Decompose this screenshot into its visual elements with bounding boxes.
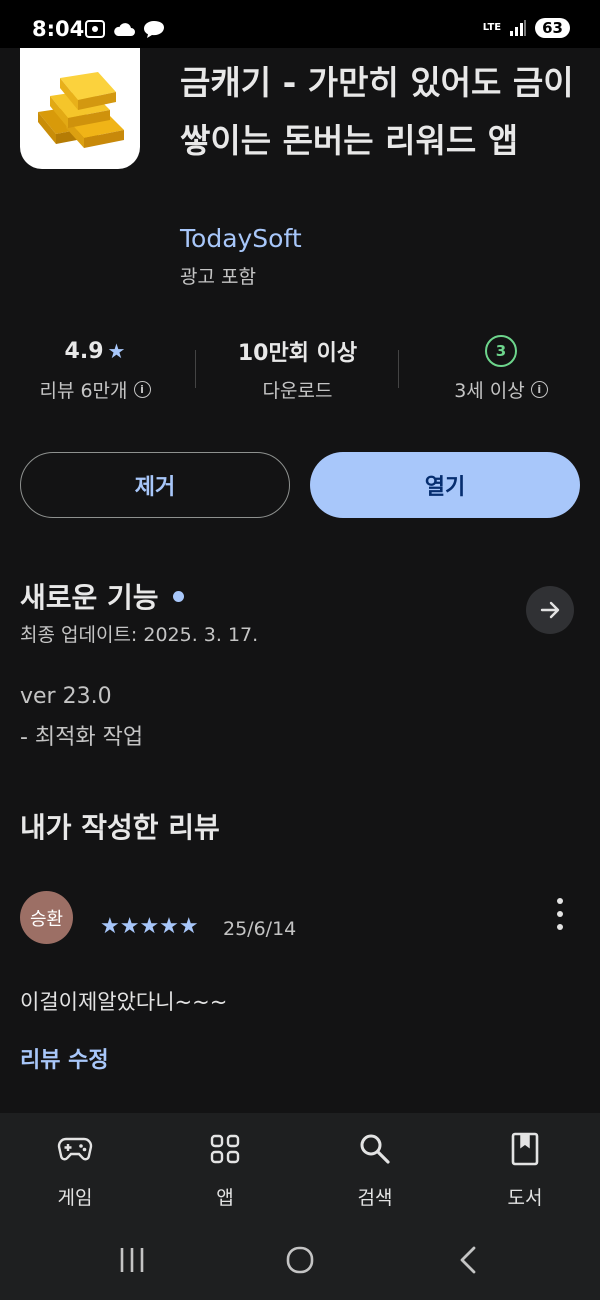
stat-divider	[195, 350, 196, 388]
stat-divider	[398, 350, 399, 388]
whats-new-title: 새로운 기능	[20, 581, 159, 614]
developer-link[interactable]: TodaySoft	[180, 224, 302, 253]
battery-indicator: 63	[535, 18, 570, 38]
review-star-rating: ★★★★★	[100, 914, 199, 939]
status-system-icons: LTE 63	[483, 18, 570, 38]
app-title: 금캐기 - 가만히 있어도 금이 쌓이는 돈버는 리워드 앱	[180, 63, 574, 160]
whats-new-heading[interactable]: 새로운 기능	[20, 576, 184, 616]
downloads-value: 10만회 이상	[237, 341, 358, 366]
back-button[interactable]	[448, 1240, 488, 1280]
nav-label: 게임	[57, 1187, 93, 1209]
cloud-icon	[114, 23, 135, 36]
recents-button[interactable]	[112, 1240, 152, 1280]
release-notes: ver 23.0 - 최적화 작업	[20, 676, 143, 758]
more-options-icon[interactable]	[548, 898, 572, 930]
network-type: LTE	[482, 22, 502, 33]
whats-new-arrow-button[interactable]	[526, 586, 574, 634]
home-icon	[286, 1246, 314, 1274]
status-notification-icons	[84, 19, 166, 39]
review-text: 이걸이제알았다니~~~	[20, 990, 228, 1014]
status-time: 8:04	[32, 17, 85, 41]
review-count: 리뷰 6만개	[39, 380, 128, 402]
nav-books[interactable]: 도서	[450, 1113, 600, 1220]
screenshot-icon	[85, 20, 105, 38]
contains-ads-label: 광고 포함	[180, 266, 256, 288]
gold-bars-icon	[38, 72, 124, 148]
info-icon[interactable]: i	[133, 381, 151, 398]
info-icon[interactable]: i	[530, 381, 548, 398]
system-navigation-bar	[0, 1220, 600, 1300]
status-bar: 8:04 LTE 63	[0, 0, 600, 50]
nav-label: 앱	[216, 1187, 234, 1209]
signal-icon	[510, 20, 527, 36]
chat-icon	[144, 21, 164, 38]
arrow-right-icon	[540, 601, 560, 619]
nav-label: 도서	[507, 1187, 543, 1209]
rating-value-row: 4.9 ★	[0, 336, 190, 366]
release-note: - 최적화 작업	[20, 725, 144, 750]
new-indicator-dot	[172, 590, 184, 602]
rating-stat[interactable]: 4.9 ★ 리뷰 6만개 i	[0, 336, 190, 403]
back-icon	[460, 1246, 476, 1274]
review-count-row: 리뷰 6만개 i	[0, 376, 190, 403]
recents-icon	[120, 1248, 144, 1272]
avatar: 승환	[20, 891, 73, 944]
content-rating-stat[interactable]: 3 3세 이상 i	[402, 335, 600, 403]
app-details-page: 금캐기 - 가만히 있어도 금이 쌓이는 돈버는 리워드 앱 TodaySoft…	[0, 48, 600, 1113]
apps-grid-icon	[210, 1134, 240, 1164]
nav-games[interactable]: 게임	[0, 1113, 150, 1220]
review-date: 25/6/14	[223, 918, 297, 940]
age-rating-badge: 3	[485, 335, 517, 367]
age-rating-label: 3세 이상	[454, 380, 525, 402]
age-badge-row: 3	[402, 335, 600, 367]
downloads-stat: 10만회 이상 다운로드	[200, 336, 395, 403]
open-button[interactable]: 열기	[310, 452, 580, 518]
release-version: ver 23.0	[20, 684, 112, 709]
downloads-label: 다운로드	[262, 380, 333, 402]
bottom-navigation: 게임 앱 검색 도서	[0, 1113, 600, 1220]
gamepad-icon	[57, 1137, 93, 1161]
rating-value: 4.9	[64, 338, 104, 364]
my-review-heading: 내가 작성한 리뷰	[20, 811, 220, 844]
edit-review-link[interactable]: 리뷰 수정	[20, 1042, 109, 1074]
search-icon	[360, 1134, 390, 1164]
book-icon	[511, 1132, 539, 1166]
star-icon: ★	[107, 339, 126, 363]
uninstall-button[interactable]: 제거	[20, 452, 290, 518]
age-rating-row: 3세 이상 i	[402, 376, 600, 403]
home-button[interactable]	[280, 1240, 320, 1280]
nav-apps[interactable]: 앱	[150, 1113, 300, 1220]
nav-search[interactable]: 검색	[300, 1113, 450, 1220]
last-updated: 최종 업데이트: 2025. 3. 17.	[20, 624, 259, 646]
nav-label: 검색	[357, 1187, 393, 1209]
app-icon	[20, 48, 140, 169]
